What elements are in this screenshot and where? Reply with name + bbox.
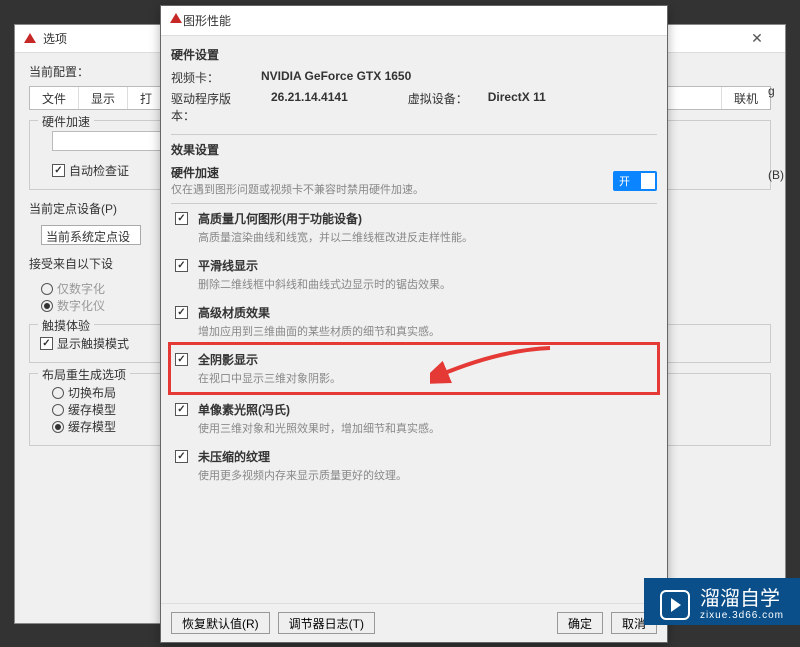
fx-item-pixellight: 单像素光照(冯氏) 使用三维对象和光照效果时，增加细节和真实感。 xyxy=(171,395,657,442)
fx-title-2: 高级材质效果 xyxy=(198,304,440,321)
fx-desc-1: 删除二维线框中斜线和曲线式边显示时的锯齿效果。 xyxy=(198,276,451,292)
hwaccel-toggle[interactable]: 开 xyxy=(613,171,657,191)
layout-title: 布局重生成选项 xyxy=(38,366,130,383)
hw-section: 硬件设置 视频卡： NVIDIA GeForce GTX 1650 驱动程序版本… xyxy=(171,40,657,135)
fx-title-5: 未压缩的纹理 xyxy=(198,448,407,465)
fx-desc-2: 增加应用到三维曲面的某些材质的细节和真实感。 xyxy=(198,323,440,339)
fx-item-uncompressed: 未压缩的纹理 使用更多视频内存来显示质量更好的纹理。 xyxy=(171,442,657,489)
fx-desc-3: 在视口中显示三维对象阴影。 xyxy=(198,370,341,386)
graphics-title: 图形性能 xyxy=(183,12,231,29)
fx-desc-4: 使用三维对象和光照效果时，增加细节和真实感。 xyxy=(198,420,440,436)
fx-check-fullshadow[interactable] xyxy=(175,353,188,366)
videocard-row: 视频卡： NVIDIA GeForce GTX 1650 xyxy=(171,69,657,86)
auto-check-label: 自动检查证 xyxy=(69,162,129,179)
reset-button[interactable]: 恢复默认值(R) xyxy=(171,612,270,634)
options-title: 选项 xyxy=(43,30,67,47)
fx-item-advmaterial: 高级材质效果 增加应用到三维曲面的某些材质的细节和真实感。 xyxy=(171,298,657,345)
graphics-perf-dialog: 图形性能 硬件设置 视频卡： NVIDIA GeForce GTX 1650 驱… xyxy=(160,5,668,643)
hw-accel-textbox[interactable] xyxy=(52,131,162,151)
fx-desc-5: 使用更多视频内存来显示质量更好的纹理。 xyxy=(198,467,407,483)
partial-g: g xyxy=(768,84,784,98)
close-icon[interactable]: ✕ xyxy=(737,25,777,53)
pointer-combo[interactable]: 当前系统定点设 xyxy=(41,225,141,245)
fx-title-0: 高质量几何图形(用于功能设备) xyxy=(198,210,473,227)
graphics-buttonbar: 恢复默认值(R) 调节器日志(T) 确定 取消 xyxy=(161,603,667,642)
graphics-body: 硬件设置 视频卡： NVIDIA GeForce GTX 1650 驱动程序版本… xyxy=(161,36,667,603)
tab-file[interactable]: 文件 xyxy=(30,87,79,109)
fx-check-advmaterial[interactable] xyxy=(175,306,188,319)
virtdev-label: 虚拟设备： xyxy=(408,90,468,124)
auto-check-checkbox[interactable] xyxy=(52,164,65,177)
toggle-label: 开 xyxy=(619,173,630,189)
layout-radio-3[interactable] xyxy=(52,421,64,433)
layout-radio-1[interactable] xyxy=(52,387,64,399)
driver-row: 驱动程序版本： 26.21.14.4141 虚拟设备： DirectX 11 xyxy=(171,90,657,124)
tab-network[interactable]: 联机 xyxy=(721,87,770,109)
virtdev-value: DirectX 11 xyxy=(488,90,546,124)
fx-item-hqgeom: 高质量几何图形(用于功能设备) 高质量渲染曲线和线宽，并以二维线框改进反走样性能… xyxy=(171,204,657,251)
hwaccel-hint: 仅在遇到图形问题或视频卡不兼容时禁用硬件加速。 xyxy=(171,181,424,197)
hwaccel-row: 硬件加速 仅在遇到图形问题或视频卡不兼容时禁用硬件加速。 开 xyxy=(171,164,657,204)
fx-check-pixellight[interactable] xyxy=(175,403,188,416)
fx-check-hqgeom[interactable] xyxy=(175,212,188,225)
layout-radio-1-label: 切换布局 xyxy=(68,384,116,401)
fx-title-4: 单像素光照(冯氏) xyxy=(198,401,440,418)
app-logo-icon xyxy=(23,32,37,46)
graphics-titlebar: 图形性能 xyxy=(161,6,667,36)
layout-radio-2[interactable] xyxy=(52,404,64,416)
hw-section-title: 硬件设置 xyxy=(171,46,657,63)
driver-label: 驱动程序版本： xyxy=(171,90,251,124)
log-button[interactable]: 调节器日志(T) xyxy=(278,612,375,634)
fx-section: 效果设置 硬件加速 仅在遇到图形问题或视频卡不兼容时禁用硬件加速。 开 高质量几… xyxy=(171,135,657,495)
fx-item-fullshadow: 全阴影显示 在视口中显示三维对象阴影。 xyxy=(168,342,660,395)
videocard-label: 视频卡： xyxy=(171,69,241,86)
touch-title: 触摸体验 xyxy=(38,317,94,334)
fx-item-smoothline: 平滑线显示 删除二维线框中斜线和曲线式边显示时的锯齿效果。 xyxy=(171,251,657,298)
watermark-brand: 溜溜自学 xyxy=(700,588,784,610)
tab-display[interactable]: 显示 xyxy=(79,87,128,109)
fx-desc-0: 高质量渲染曲线和线宽，并以二维线框改进反走样性能。 xyxy=(198,229,473,245)
watermark-url: zixue.3d66.com xyxy=(700,610,784,621)
fx-check-smoothline[interactable] xyxy=(175,259,188,272)
fx-section-title: 效果设置 xyxy=(171,141,657,158)
radio-digitizer-only-label: 仅数字化 xyxy=(57,280,105,297)
ok-button[interactable]: 确定 xyxy=(557,612,603,634)
hwaccel-block: 硬件加速 仅在遇到图形问题或视频卡不兼容时禁用硬件加速。 xyxy=(171,164,424,197)
layout-radio-2-label: 缓存模型 xyxy=(68,401,116,418)
radio-digitizer-only[interactable] xyxy=(41,283,53,295)
radio-digitizer-label: 数字化仪 xyxy=(57,297,105,314)
radio-digitizer[interactable] xyxy=(41,300,53,312)
play-icon xyxy=(660,590,690,620)
driver-value: 26.21.14.4141 xyxy=(271,90,348,124)
fx-check-uncompressed[interactable] xyxy=(175,450,188,463)
hwaccel-label: 硬件加速 xyxy=(171,164,424,181)
watermark: 溜溜自学 zixue.3d66.com xyxy=(644,578,800,625)
hw-accel-title: 硬件加速 xyxy=(38,113,94,130)
right-partial: g (B) xyxy=(768,84,784,182)
layout-radio-3-label: 缓存模型 xyxy=(68,418,116,435)
app-logo-icon xyxy=(169,12,183,29)
fx-title-3: 全阴影显示 xyxy=(198,351,341,368)
partial-b: (B) xyxy=(768,168,784,182)
touch-checkbox[interactable] xyxy=(40,337,53,350)
touch-label: 显示触摸模式 xyxy=(57,335,129,352)
videocard-value: NVIDIA GeForce GTX 1650 xyxy=(261,69,411,86)
fx-title-1: 平滑线显示 xyxy=(198,257,451,274)
